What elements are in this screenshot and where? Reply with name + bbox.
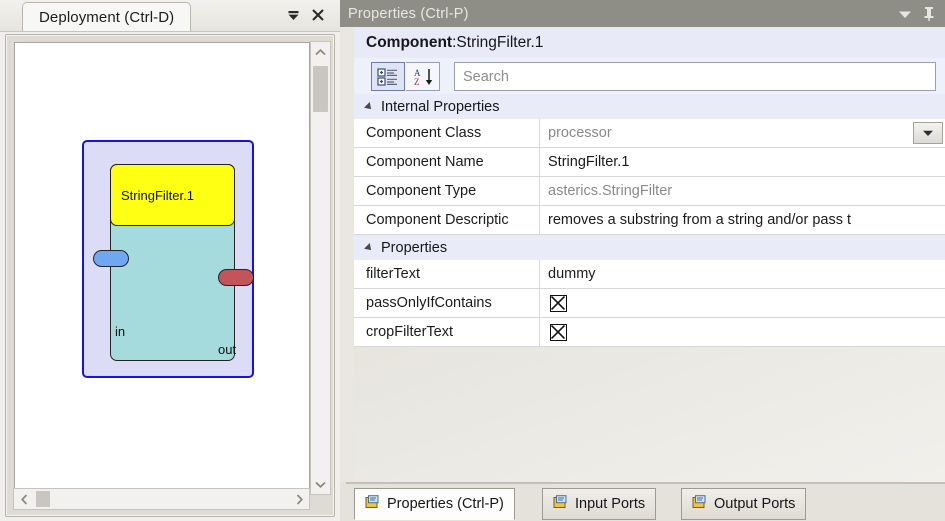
checkbox-x-icon[interactable]: [550, 323, 567, 341]
property-row-component-type[interactable]: Component Type asterics.StringFilter: [354, 177, 945, 206]
properties-title: Properties (Ctrl-P): [348, 5, 469, 22]
document-icon: [365, 495, 380, 513]
input-port[interactable]: [93, 250, 129, 267]
properties-panel: Properties (Ctrl-P) Component : StringFi…: [340, 0, 945, 521]
property-value[interactable]: removes a substring from a string and/or…: [540, 206, 945, 234]
tab-properties[interactable]: Properties (Ctrl-P): [354, 488, 515, 520]
component-header-label: Component: [366, 33, 453, 51]
deployment-tab-label: Deployment (Ctrl-D): [39, 8, 175, 26]
combobox-dropdown-button[interactable]: [913, 122, 943, 144]
component-header: Component : StringFilter.1: [354, 27, 945, 58]
tab-input-ports[interactable]: Input Ports: [542, 488, 657, 520]
property-key: cropFilterText: [354, 318, 540, 346]
properties-bottom-tabbar: Properties (Ctrl-P) Input Ports Output P…: [340, 482, 945, 521]
property-value[interactable]: StringFilter.1: [540, 148, 945, 176]
chevron-down-icon[interactable]: [895, 4, 915, 23]
component-header-value: StringFilter.1: [456, 33, 544, 51]
search-input-wrapper[interactable]: [454, 62, 936, 91]
group-header-properties[interactable]: Properties: [354, 235, 945, 260]
vertical-scroll-thumb[interactable]: [313, 66, 328, 112]
properties-toolbar: A Z: [354, 58, 945, 94]
property-row-component-name[interactable]: Component Name StringFilter.1: [354, 148, 945, 177]
expander-triangle-icon: [364, 242, 374, 253]
document-icon: [553, 495, 568, 513]
tab-label: Output Ports: [714, 496, 796, 512]
close-icon[interactable]: [308, 5, 328, 25]
property-row-passonlyifcontains[interactable]: passOnlyIfContains: [354, 289, 945, 318]
deployment-tab[interactable]: Deployment (Ctrl-D): [22, 2, 192, 31]
property-value[interactable]: [540, 289, 945, 317]
property-row-filtertext[interactable]: filterText dummy: [354, 260, 945, 289]
search-input[interactable]: [461, 67, 935, 86]
property-row-cropfiltertext[interactable]: cropFilterText: [354, 318, 945, 347]
property-value[interactable]: [540, 318, 945, 346]
collapse-icon[interactable]: [283, 5, 303, 25]
deployment-body: StringFilter.1 in out: [5, 34, 335, 517]
properties-titlebar: Properties (Ctrl-P): [340, 0, 945, 27]
categorized-view-icon[interactable]: [371, 62, 405, 91]
group-header-internal-properties[interactable]: Internal Properties: [354, 94, 945, 119]
chevron-up-icon[interactable]: [311, 42, 330, 62]
checkbox-x-icon[interactable]: [550, 294, 567, 312]
property-key: passOnlyIfContains: [354, 289, 540, 317]
output-port-label: out: [218, 342, 237, 357]
group-label: Properties: [381, 239, 448, 256]
property-key: Component Type: [354, 177, 540, 205]
properties-grid: Internal Properties Component Class proc…: [354, 94, 945, 347]
deployment-panel: Deployment (Ctrl-D) StringFilter.1 in ou…: [0, 0, 340, 521]
tab-label: Input Ports: [575, 496, 646, 512]
expander-triangle-icon: [364, 101, 374, 112]
property-key: Component Class: [354, 119, 540, 147]
input-port-label: in: [115, 324, 126, 339]
chevron-left-icon[interactable]: [14, 489, 34, 509]
svg-text:Z: Z: [414, 77, 420, 87]
deployment-canvas[interactable]: StringFilter.1 in out: [14, 42, 310, 494]
property-value[interactable]: dummy: [540, 260, 945, 288]
component-selection-frame[interactable]: StringFilter.1 in out: [82, 140, 254, 378]
property-key: Component Descriptic: [354, 206, 540, 234]
property-key: Component Name: [354, 148, 540, 176]
property-key: filterText: [354, 260, 540, 288]
component-stringfilter[interactable]: StringFilter.1: [93, 164, 254, 361]
canvas-vertical-scrollbar[interactable]: [310, 41, 331, 495]
component-title-bar: StringFilter.1: [110, 164, 235, 226]
component-title-label: StringFilter.1: [121, 187, 194, 203]
chevron-down-icon[interactable]: [311, 474, 330, 494]
group-label: Internal Properties: [381, 98, 500, 115]
horizontal-scroll-thumb[interactable]: [36, 491, 50, 507]
tabbar-divider: [346, 482, 945, 484]
output-port[interactable]: [218, 269, 254, 286]
pin-icon[interactable]: [919, 4, 939, 23]
sort-alphabetical-icon[interactable]: A Z: [406, 62, 440, 91]
document-icon: [692, 495, 707, 513]
property-value[interactable]: processor: [540, 119, 945, 147]
property-row-component-description[interactable]: Component Descriptic removes a substring…: [354, 206, 945, 235]
deployment-titlebar: Deployment (Ctrl-D): [0, 0, 340, 32]
property-row-component-class[interactable]: Component Class processor: [354, 119, 945, 148]
canvas-horizontal-scrollbar[interactable]: [13, 488, 310, 510]
tab-label: Properties (Ctrl-P): [387, 496, 504, 512]
properties-surface: Component : StringFilter.1 A Z Search In…: [354, 27, 945, 482]
property-value[interactable]: asterics.StringFilter: [540, 177, 945, 205]
tab-output-ports[interactable]: Output Ports: [681, 488, 807, 520]
chevron-right-icon[interactable]: [289, 489, 309, 509]
